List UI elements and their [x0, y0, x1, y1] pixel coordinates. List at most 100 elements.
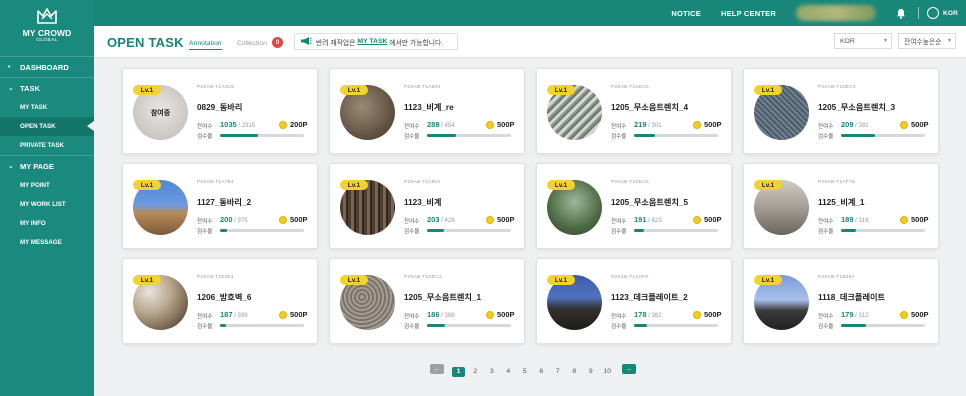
level-badge: Lv.1 — [754, 275, 782, 285]
task-card[interactable]: Lv.1 P2SAB-T1DEC5 1205_무소음트렌치_4 잔여수 219 / 30… — [536, 68, 732, 154]
globe-icon[interactable] — [926, 7, 939, 19]
inspection-progress-bar — [427, 134, 511, 137]
help-center-link[interactable]: HELP CENTER — [721, 9, 776, 18]
remaining-count: 288 — [427, 120, 440, 129]
task-card[interactable]: Lv.1 P2SAB-T1DEC2 1205_무소음트렌치_1 잔여수 186 / 38… — [329, 258, 525, 344]
next-page-arrow-icon[interactable]: → — [621, 364, 636, 374]
inspection-label: 검수율 — [404, 324, 420, 330]
level-badge: Lv.1 — [754, 180, 782, 190]
top-bar: NOTICE HELP CENTER KOR — [94, 0, 966, 26]
brand-name: MY CROWD — [22, 28, 72, 38]
page-number[interactable]: 4 — [500, 368, 517, 375]
coin-icon — [900, 121, 908, 129]
coin-icon — [279, 121, 287, 129]
remaining-value: 203 / 428 — [427, 215, 455, 224]
brand-logo[interactable]: MY CROWD GLOBAL — [0, 0, 94, 56]
sidebar-item-my-task[interactable]: MY TASK — [0, 98, 94, 117]
task-card[interactable]: Lv.1 P2SAB-T1DEC4 1205_무소음트렌치_3 잔여수 209 / 38… — [743, 68, 939, 154]
sidebar-item-private-task[interactable]: PRIVATE TASK — [0, 136, 94, 155]
sidebar: MY CROWD GLOBAL • DASHBOARD ⌄ TASK MY TA… — [0, 0, 94, 396]
inspection-progress-bar — [634, 229, 718, 232]
level-badge: Lv.1 — [547, 85, 575, 95]
tab-annotation[interactable]: Annotation — [189, 40, 222, 50]
remaining-value: 1035 / 2315 — [220, 120, 256, 129]
task-name: 1125_비계_1 — [818, 198, 865, 207]
task-card[interactable]: Lv.1 P2SAB-T1E3E1 1206_방호벽_6 잔여수 187 / 399 50… — [122, 258, 318, 344]
notice-link[interactable]: NOTICE — [671, 9, 701, 18]
bullet-icon: • — [8, 63, 11, 71]
menu-dashboard-label: DASHBOARD — [20, 62, 69, 72]
level-badge: Lv.1 — [340, 180, 368, 190]
remaining-count: 178 — [634, 310, 647, 319]
task-card[interactable]: Lv.1 P2SAB-T1A7B4 1127_동바리_2 잔여수 200 / 375 50… — [122, 163, 318, 249]
inspection-progress-fill — [634, 324, 647, 327]
reward-points: 500P — [497, 215, 515, 224]
page-header: OPEN TASK Annotation Collection 0 반려 재작업… — [94, 26, 966, 58]
coin-icon — [486, 121, 494, 129]
inspection-progress-fill — [427, 134, 457, 137]
sidebar-item-my-point[interactable]: MY POINT — [0, 176, 94, 195]
language-select[interactable]: KOR ▾ — [834, 33, 892, 49]
page-number[interactable]: 9 — [583, 368, 600, 375]
brand-sub: GLOBAL — [36, 38, 58, 43]
menu-my-page[interactable]: ⌄ MY PAGE — [0, 155, 94, 176]
inspection-label: 검수율 — [197, 229, 213, 235]
page-number[interactable]: 7 — [550, 368, 567, 375]
prev-page-arrow-icon[interactable]: ← — [430, 364, 444, 374]
task-card[interactable]: Lv.1 P2SAB-T1DEC6 1205_무소음트렌치_5 잔여수 191 / 42… — [536, 163, 732, 249]
remaining-count: 189 — [841, 215, 854, 224]
divider — [917, 7, 919, 19]
task-name: 1205_무소음트렌치_5 — [611, 198, 689, 207]
task-code: P2SAB-T1A802 — [404, 180, 441, 185]
sidebar-item-my-work-list[interactable]: MY WORK LIST — [0, 195, 94, 214]
inspection-progress-bar — [220, 229, 304, 232]
remaining-label: 잔여수 — [197, 219, 213, 225]
page-number[interactable]: 5 — [517, 368, 534, 375]
page-number[interactable]: 6 — [533, 368, 550, 375]
reward-points: 500P — [290, 310, 308, 319]
page-number[interactable]: 10 — [599, 368, 616, 375]
remaining-label: 잔여수 — [197, 124, 213, 130]
task-card[interactable]: 참여중 Lv.1 P2SAB-T1A4CE 0829_동바리 잔여수 1035 / 231… — [122, 68, 318, 154]
task-code: P2SAB-T1B69A — [818, 275, 855, 280]
remaining-count: 179 — [841, 310, 854, 319]
menu-dashboard[interactable]: • DASHBOARD — [0, 56, 94, 77]
sidebar-item-open-task[interactable]: OPEN TASK — [0, 117, 94, 136]
inspection-label: 검수율 — [197, 324, 213, 330]
inspection-progress-bar — [220, 324, 304, 327]
page-number[interactable]: 3 — [484, 368, 501, 375]
remaining-label: 잔여수 — [404, 219, 420, 225]
inspection-progress-fill — [427, 324, 446, 327]
inspection-progress-fill — [220, 134, 258, 137]
page-number[interactable]: 2 — [467, 368, 484, 375]
page-title: OPEN TASK — [107, 35, 184, 50]
caret-down-icon: ▾ — [883, 38, 887, 44]
total-count: 316 — [858, 218, 869, 224]
sidebar-item-my-message[interactable]: MY MESSAGE — [0, 233, 94, 252]
user-name-blurred[interactable] — [795, 5, 876, 21]
task-name: 0829_동바리 — [197, 103, 243, 112]
level-badge: Lv.1 — [547, 180, 575, 190]
sort-select-value: 잔여수높은순 — [904, 39, 942, 46]
page-number[interactable]: 8 — [566, 368, 583, 375]
sidebar-item-my-info[interactable]: MY INFO — [0, 214, 94, 233]
sort-select[interactable]: 잔여수높은순 ▾ — [898, 33, 956, 49]
caret-down-icon: ▾ — [947, 38, 951, 44]
task-card[interactable]: Lv.1 P2SAB-T1AAFE 1123_데크플레이트_2 잔여수 178 / 38… — [536, 258, 732, 344]
chevron-down-icon: ⌄ — [8, 163, 14, 170]
notice-my-task-link[interactable]: MY TASK — [357, 38, 387, 45]
tab-collection[interactable]: Collection — [237, 40, 267, 47]
task-card[interactable]: Lv.1 P2SAB-T1AF7D 1125_비계_1 잔여수 189 / 316 500… — [743, 163, 939, 249]
page-number[interactable]: 1 — [452, 367, 465, 377]
menu-task[interactable]: ⌄ TASK — [0, 77, 94, 98]
total-count: 388 — [444, 313, 455, 319]
reward-points: 500P — [704, 310, 722, 319]
task-card[interactable]: Lv.1 P2SAB-T1B69A 1118_데크플레이트 잔여수 179 / 312 5… — [743, 258, 939, 344]
crown-logo-icon — [37, 8, 57, 24]
bell-icon[interactable] — [894, 6, 908, 20]
language-label[interactable]: KOR — [943, 10, 958, 17]
task-card[interactable]: Lv.1 P2SAB-T1A802 1123_비계 잔여수 203 / 428 500P 검… — [329, 163, 525, 249]
remaining-count: 191 — [634, 215, 647, 224]
task-card[interactable]: Lv.1 P2SAB-T1A804 1123_비계_re 잔여수 288 / 454 50… — [329, 68, 525, 154]
inspection-progress-fill — [220, 324, 226, 327]
